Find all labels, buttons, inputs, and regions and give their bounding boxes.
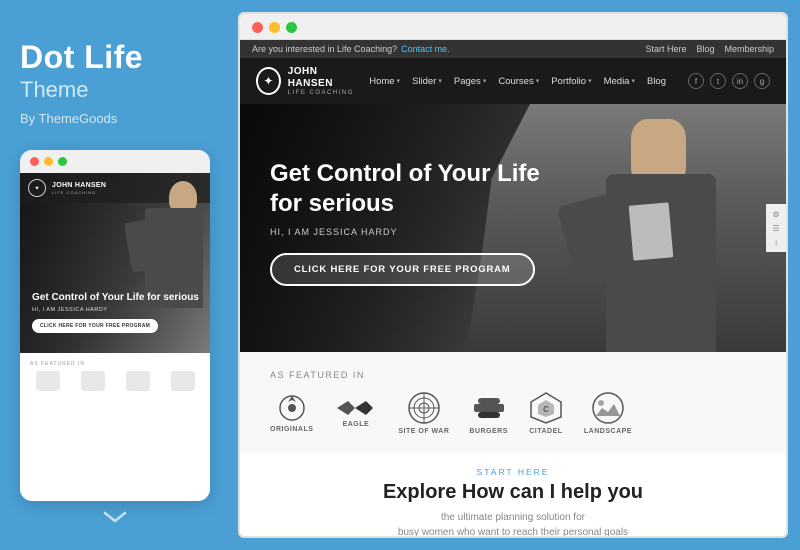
mini-brand-3: [126, 371, 150, 391]
hero-person-figure: [526, 114, 726, 352]
svg-text:C: C: [543, 405, 549, 414]
topbar-link[interactable]: Contact me.: [401, 44, 450, 54]
social-twitter-icon[interactable]: t: [710, 73, 726, 89]
sidebar-settings-icon[interactable]: ⚙: [769, 208, 783, 220]
mini-content: ✦ JOHN HANSEN LIFE COACHING Get Control …: [20, 173, 210, 496]
theme-subtitle: Theme: [20, 77, 210, 103]
explore-section: START HERE Explore How can I help you th…: [240, 453, 786, 536]
brand-originals: ORIGINALS: [270, 392, 313, 433]
nav-item-slider[interactable]: Slider ▾: [412, 76, 442, 87]
mini-logo-sub: LIFE COACHING: [52, 190, 106, 195]
nav-item-media[interactable]: Media ▾: [604, 76, 635, 87]
site-logo-name: JOHN HANSEN: [288, 66, 356, 90]
hero-sub-label: HI, I AM JESSICA HARDY: [270, 227, 540, 237]
nav-item-home[interactable]: Home ▾: [369, 76, 400, 87]
nav-item-pages[interactable]: Pages ▾: [454, 76, 486, 87]
explore-sub-1: the ultimate planning solution for: [270, 510, 756, 525]
featured-logos-row: ORIGINALS EAGLE: [270, 390, 756, 435]
mini-hero-heading: Get Control of Your Life for serious: [32, 291, 199, 305]
mini-hero-button[interactable]: CLICK HERE FOR YOUR FREE PROGRAM: [32, 319, 158, 333]
eagle-icon: [333, 397, 378, 419]
sidebar-scroll-icon[interactable]: ↕: [769, 236, 783, 248]
brand-landscape-text: LANDSCAPE: [584, 428, 632, 435]
landscape-icon: [590, 390, 626, 426]
mini-hero-text: Get Control of Your Life for serious HI,…: [32, 291, 199, 333]
chevron-down-icon: [101, 509, 129, 525]
brand-siteofwar-text: SITE OF WAR: [398, 428, 449, 435]
social-gplus-icon[interactable]: g: [754, 73, 770, 89]
mini-titlebar: [20, 150, 210, 173]
site-logo: ✦ JOHN HANSEN LIFE COACHING: [256, 66, 355, 96]
brand-eagle-text: EAGLE: [343, 421, 370, 428]
explore-sub-2: busy women who want to reach their perso…: [270, 525, 756, 536]
browser-dot-red: [252, 22, 263, 33]
mini-dot-green: [58, 157, 67, 166]
brand-originals-text: ORIGINALS: [270, 426, 313, 433]
topbar-item-start[interactable]: Start Here: [645, 44, 686, 54]
nav-item-portfolio[interactable]: Portfolio ▾: [551, 76, 591, 87]
sidebar-icons: ⚙ ☰ ↕: [766, 204, 786, 252]
brand-eagle: EAGLE: [333, 397, 378, 428]
hero-cta-button[interactable]: CLICK HERE FOR YOUR FREE PROGRAM: [270, 253, 535, 286]
explore-start-label: START HERE: [270, 467, 756, 477]
site-nav: ✦ JOHN HANSEN LIFE COACHING Home ▾ Slide…: [240, 58, 786, 104]
topbar-right: Start Here Blog Membership: [645, 44, 774, 54]
burgers-icon: [470, 390, 508, 426]
site-hero: Get Control of Your Life for serious HI,…: [240, 104, 786, 352]
mini-brand-2: [81, 371, 105, 391]
website-frame: Are you interested in Life Coaching? Con…: [240, 40, 786, 536]
topbar-text: Are you interested in Life Coaching?: [252, 44, 397, 54]
right-panel-wrapper: Are you interested in Life Coaching? Con…: [230, 0, 800, 550]
mini-logo-block: JOHN HANSEN LIFE COACHING: [52, 182, 106, 195]
site-logo-icon: ✦: [256, 67, 281, 95]
featured-label: AS FEATURED IN: [270, 370, 756, 380]
social-facebook-icon[interactable]: f: [688, 73, 704, 89]
sidebar-menu-icon[interactable]: ☰: [769, 222, 783, 234]
brand-siteofwar: SITE OF WAR: [398, 390, 449, 435]
browser-window: Are you interested in Life Coaching? Con…: [238, 12, 788, 538]
mini-hero: ✦ JOHN HANSEN LIFE COACHING Get Control …: [20, 173, 210, 353]
nav-item-blog[interactable]: Blog: [647, 76, 666, 87]
browser-chrome: [240, 14, 786, 40]
citadel-icon: C: [528, 390, 564, 426]
hero-paper: [629, 202, 674, 260]
mini-brand-1: [36, 371, 60, 391]
brand-landscape: LANDSCAPE: [584, 390, 632, 435]
mini-logo-icon: ✦: [28, 179, 46, 197]
topbar-item-membership[interactable]: Membership: [724, 44, 774, 54]
hero-content: Get Control of Your Life for serious HI,…: [270, 159, 540, 286]
nav-item-courses[interactable]: Courses ▾: [498, 76, 539, 87]
theme-author: By ThemeGoods: [20, 111, 210, 126]
social-linkedin-icon[interactable]: in: [732, 73, 748, 89]
brand-citadel: C CITADEL: [528, 390, 564, 435]
left-panel: Dot Life Theme By ThemeGoods ✦ JOHN HANS…: [0, 0, 230, 550]
brand-burgers-text: BURGERS: [469, 428, 508, 435]
site-logo-sub: LIFE COACHING: [288, 90, 356, 96]
mini-dot-yellow: [44, 157, 53, 166]
mini-logo-name: JOHN HANSEN: [52, 182, 106, 190]
scroll-chevron[interactable]: [20, 509, 210, 530]
mini-preview-card: ✦ JOHN HANSEN LIFE COACHING Get Control …: [20, 150, 210, 501]
browser-dot-green: [286, 22, 297, 33]
brand-citadel-text: CITADEL: [529, 428, 562, 435]
siteofwar-icon: [406, 390, 442, 426]
mini-hero-sub: HI, I AM JESSICA HARDY: [32, 307, 199, 313]
mini-featured-label: AS FEATURED IN: [20, 353, 210, 371]
mini-brand-4: [171, 371, 195, 391]
topbar-item-blog[interactable]: Blog: [696, 44, 714, 54]
browser-dot-yellow: [269, 22, 280, 33]
site-logo-text-block: JOHN HANSEN LIFE COACHING: [288, 66, 356, 96]
originals-icon: [276, 392, 308, 424]
explore-heading: Explore How can I help you: [270, 481, 756, 504]
mini-brand-logos: [20, 371, 210, 399]
hero-heading: Get Control of Your Life for serious: [270, 159, 540, 219]
brand-burgers: BURGERS: [469, 390, 508, 435]
featured-section: AS FEATURED IN ORIGINALS: [240, 352, 786, 453]
site-topbar: Are you interested in Life Coaching? Con…: [240, 40, 786, 58]
site-nav-items: Home ▾ Slider ▾ Pages ▾ Courses ▾ Portfo…: [369, 76, 666, 87]
site-nav-social: f t in g: [688, 73, 770, 89]
theme-title: Dot Life: [20, 40, 210, 75]
mini-dot-red: [30, 157, 39, 166]
